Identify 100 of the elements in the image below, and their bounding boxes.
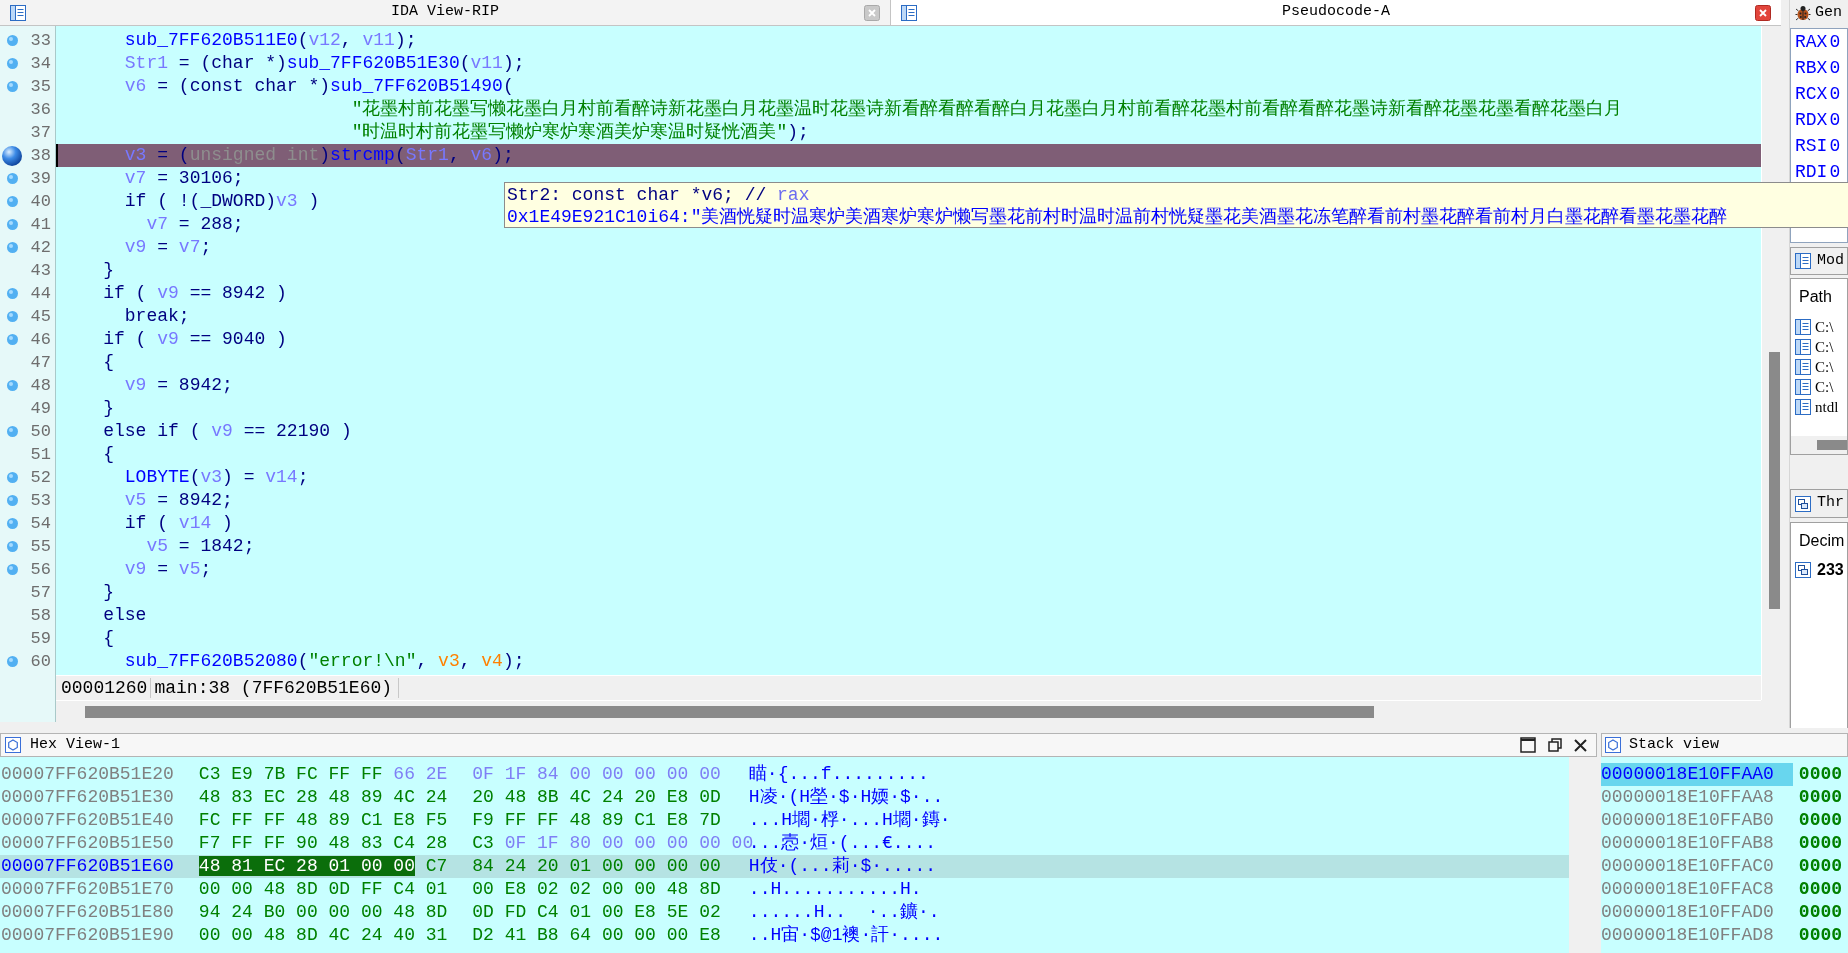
stack-address: 00000018E10FFAD8	[1601, 924, 1774, 947]
dot-icon[interactable]	[6, 656, 18, 667]
line-number: 59	[30, 628, 51, 650]
line-number: 47	[30, 352, 51, 374]
register-name: RSI	[1795, 134, 1828, 158]
register-name: RDX	[1795, 108, 1828, 132]
dot-icon[interactable]	[6, 541, 18, 552]
hex-address: 00007FF620B51E50	[1, 832, 174, 855]
register-value: 0	[1829, 30, 1841, 54]
hex-bytes: C7 84 24 20 01 00 00 00 00	[425, 856, 721, 876]
code-line: }	[103, 259, 115, 282]
column-header[interactable]: Path	[1799, 285, 1832, 309]
code-line: }	[103, 397, 115, 420]
panel-header[interactable]: Thr	[1790, 489, 1848, 518]
stack-address: 00000018E10FFAB0	[1601, 809, 1774, 832]
code-line: v9 = v5;	[124, 558, 212, 581]
panel-title: Thr	[1817, 493, 1844, 514]
hex-bytes: 00 00 48 8D 4C 24 40 31 D2 41 B8 64 00 00 00 E8	[198, 925, 721, 945]
hex-bytes: FC FF FF 48 89 C1 E8 F5 F9 FF FF 48 89 C1 E8 7D	[198, 810, 721, 830]
dot-icon[interactable]	[6, 311, 18, 322]
panel-header[interactable]: Hex View-1	[0, 733, 1597, 757]
code-line: if ( !(_DWORD)v3 )	[124, 190, 320, 213]
stack-value: 0000	[1798, 763, 1843, 786]
document-icon	[1795, 339, 1811, 355]
panel-header[interactable]: Stack view	[1601, 733, 1848, 757]
register-value: 0	[1829, 82, 1841, 106]
code-line: "花墨村前花墨写懒花墨白月村前看醉诗新花墨白月花墨温时花墨诗新看醉看醉看醉白月花墨白月村前看醉花墨村前看醉看醉花墨诗新看醉花墨花墨看醉花墨白月	[351, 98, 1623, 121]
tooltip-text: Str2: const char *v6; // rax	[507, 185, 810, 205]
scrollbar-thumb[interactable]	[1817, 440, 1847, 450]
dot-icon[interactable]	[6, 472, 18, 483]
panel-header[interactable]: Mod	[1790, 247, 1848, 275]
code-line: v7 = 288;	[146, 213, 244, 236]
close-icon[interactable]	[1755, 4, 1771, 21]
document-icon	[10, 4, 26, 21]
stack-address: 00000018E10FFAA8	[1601, 786, 1774, 809]
dot-icon[interactable]	[6, 242, 18, 253]
dot-icon[interactable]	[6, 426, 18, 437]
stack-address: 00000018E10FFAD0	[1601, 901, 1774, 924]
line-number: 51	[30, 444, 51, 466]
hexagon-icon	[1605, 737, 1621, 753]
code-line: Str1 = (char *)sub_7FF620B51E30(v11);	[124, 52, 525, 75]
dot-icon[interactable]	[6, 495, 18, 506]
hex-address: 00007FF620B51E40	[1, 809, 174, 832]
panel-title: Stack view	[1629, 734, 1719, 755]
code-line: else	[103, 604, 147, 627]
hex-ascii: ..H...........H.	[748, 878, 922, 901]
maximize-icon[interactable]	[1520, 737, 1536, 753]
line-number: 36	[30, 99, 51, 121]
stack-value: 0000	[1798, 855, 1843, 878]
register-value: 0	[1829, 134, 1841, 158]
line-number: 43	[30, 260, 51, 282]
dot-icon[interactable]	[6, 564, 18, 575]
register-name: RDI	[1795, 160, 1828, 184]
document-icon	[1795, 359, 1811, 375]
line-number: 45	[30, 306, 51, 328]
dot-icon[interactable]	[6, 288, 18, 299]
dot-icon[interactable]	[6, 35, 18, 46]
dot-icon[interactable]	[6, 380, 18, 391]
scrollbar-thumb[interactable]	[85, 705, 1374, 718]
stack-address: 00000018E10FFAC0	[1601, 855, 1774, 878]
thread-id[interactable]: 233	[1817, 558, 1844, 582]
line-number: 53	[30, 490, 51, 512]
restore-icon[interactable]	[1548, 738, 1562, 752]
line-number: 55	[30, 536, 51, 558]
code-line: v9 = 8942;	[124, 374, 233, 397]
document-icon	[901, 4, 917, 21]
column-header[interactable]: Decim	[1799, 529, 1845, 553]
hex-address: 00007FF620B51E70	[1, 878, 174, 901]
hex-address: 00007FF620B51E60	[1, 855, 174, 878]
dot-icon[interactable]	[6, 219, 18, 230]
hex-address: 00007FF620B51E20	[1, 763, 174, 786]
code-line: v9 = v7;	[124, 236, 212, 259]
dot-icon[interactable]	[6, 58, 18, 69]
hex-bytes: C3 E9 7B FC FF FF	[198, 764, 383, 784]
hexagon-icon	[5, 737, 21, 753]
stack-value: 0000	[1798, 901, 1843, 924]
hex-bytes: 00 00 48 8D 0D FF C4 01 00 E8 02 02 00 00 48 8D	[198, 879, 721, 899]
stack-address: 00000018E10FFAB8	[1601, 832, 1774, 855]
sphere-icon[interactable]	[2, 145, 22, 166]
dot-icon[interactable]	[6, 196, 18, 207]
hex-ascii: H伎·(...莉·$·.....	[748, 855, 937, 878]
code-line: v5 = 8942;	[124, 489, 233, 512]
dot-icon[interactable]	[6, 173, 18, 184]
code-line: {	[103, 443, 115, 466]
dot-icon[interactable]	[6, 81, 18, 92]
close-icon[interactable]	[1574, 738, 1587, 752]
line-number: 39	[30, 168, 51, 190]
line-number: 46	[30, 329, 51, 351]
scrollbar-thumb[interactable]	[1769, 352, 1780, 609]
dot-icon[interactable]	[6, 518, 18, 529]
line-number: 33	[30, 30, 51, 52]
line-number: 42	[30, 237, 51, 259]
line-number: 41	[30, 214, 51, 236]
line-number: 49	[30, 398, 51, 420]
code-line: v6 = (const char *)sub_7FF620B51490(	[124, 75, 514, 98]
code-line: if ( v9 == 8942 )	[103, 282, 287, 305]
dot-icon[interactable]	[6, 334, 18, 345]
code-line: sub_7FF620B511E0(v12, v11);	[124, 29, 417, 52]
line-number: 52	[30, 467, 51, 489]
panel-tab[interactable]: Pseudocode-A	[890, 0, 1781, 25]
